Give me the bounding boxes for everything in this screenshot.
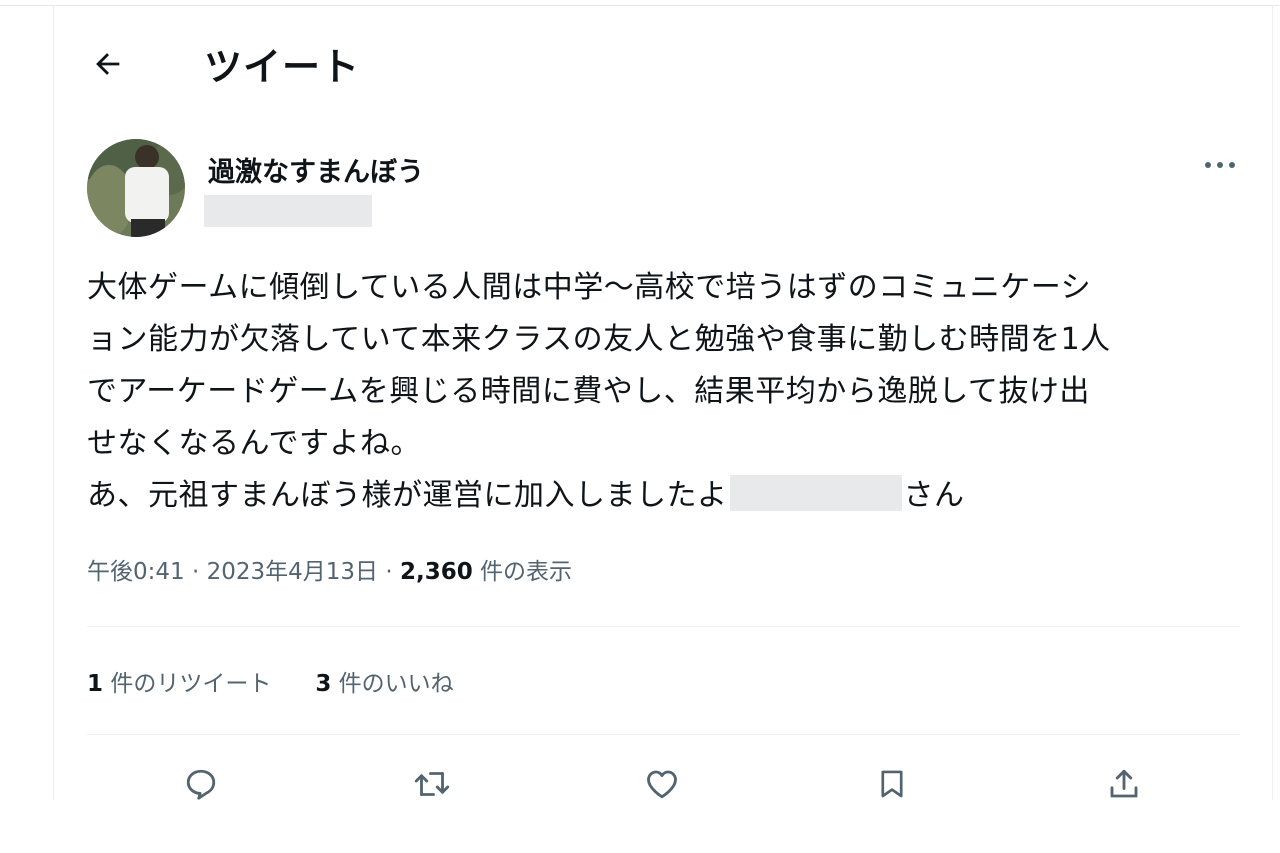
tweet-text-segment: あ、元祖すまんぼう様が運営に加入しましたよ (87, 478, 728, 513)
reply-icon (186, 769, 216, 800)
tweet-time[interactable]: 午後0:41 (87, 559, 185, 585)
left-border (53, 5, 54, 800)
tweet-date[interactable]: 2023年4月13日 (207, 559, 378, 585)
tweet-text-line: 大体ゲームに傾倒している人間は中学〜高校で培うはずのコミュニケーシ (87, 270, 1092, 305)
likes-label: 件のいいね (331, 671, 454, 697)
tweet-text-line: せなくなるんですよね。 (87, 426, 421, 461)
like-icon (647, 770, 677, 799)
views-count: 2,360 (399, 559, 473, 585)
author-handle-redacted (204, 195, 372, 227)
like-button[interactable] (640, 762, 684, 806)
avatar-image (87, 139, 185, 237)
retweet-icon (414, 772, 450, 796)
meta-separator: · (184, 559, 207, 585)
reply-button[interactable] (179, 762, 223, 806)
views-label: 件の表示 (472, 559, 573, 585)
author-display-name[interactable]: 過激なすまんぼう (208, 150, 424, 189)
mention-redacted (729, 475, 902, 511)
avatar[interactable] (87, 139, 185, 237)
divider (87, 626, 1240, 627)
page-title: ツイート (204, 45, 361, 89)
tweet-text-line: ョン能力が欠落していて本来クラスの友人と勉強や食事に勤しむ時間を1人 (87, 322, 1111, 357)
bookmark-icon (881, 770, 903, 798)
likes-stat[interactable]: 3 件のいいね (315, 664, 453, 698)
back-button[interactable] (86, 42, 130, 86)
meta-separator: · (378, 559, 400, 585)
retweets-stat[interactable]: 1 件のリツイート (87, 664, 271, 698)
page-header: ツイート (54, 22, 1272, 102)
tweet-text-last-line: あ、元祖すまんぼう様が運営に加入しましたよ さん (87, 470, 1247, 522)
share-icon (1110, 769, 1138, 798)
top-border (0, 5, 1280, 6)
divider (87, 734, 1240, 735)
more-options-button[interactable] (1196, 150, 1244, 180)
tweet-text-line: でアーケードゲームを興じる時間に費やし、結果平均から逸脱して抜け出 (87, 374, 1090, 409)
retweets-count: 1 (87, 671, 104, 697)
retweet-button[interactable] (410, 762, 454, 806)
tweet-meta: 午後0:41 · 2023年4月13日 · 2,360 件の表示 (87, 552, 572, 586)
tweet-stats: 1 件のリツイート 3 件のいいね (87, 664, 498, 698)
ellipsis-icon (1205, 162, 1235, 168)
tweet-text-segment: さん (903, 478, 965, 513)
share-button[interactable] (1102, 762, 1146, 806)
arrow-left-icon (96, 53, 120, 75)
right-border (1272, 5, 1273, 800)
retweets-label: 件のリツイート (103, 671, 272, 697)
bookmark-button[interactable] (870, 762, 914, 806)
tweet-text: 大体ゲームに傾倒している人間は中学〜高校で培うはずのコミュニケーシ ョン能力が欠… (87, 262, 1247, 522)
likes-count: 3 (315, 671, 332, 697)
